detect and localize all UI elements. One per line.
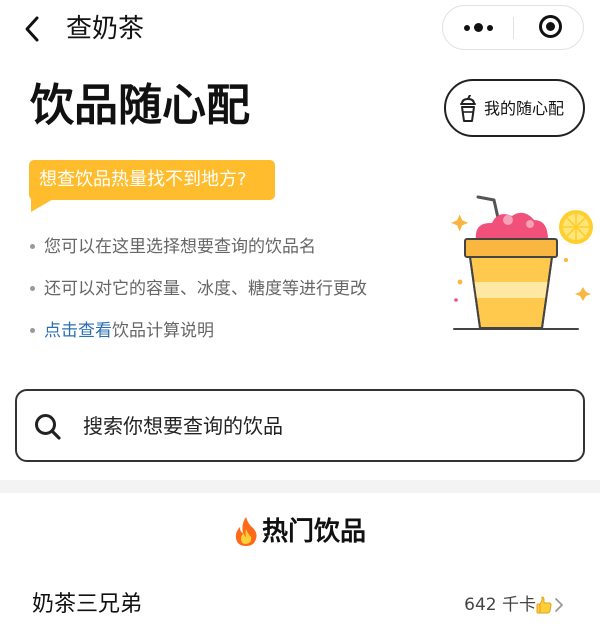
thumbs-up-emoji-icon [536,596,552,614]
my-selection-label: 我的随心配 [484,99,565,118]
tip-text: 您可以在这里选择想要查询的饮品名 [44,237,316,257]
hot-drinks-title: 热门饮品 [0,514,600,550]
target-close-icon-core [546,22,555,31]
chevron-right-icon [555,598,563,612]
my-selection-button[interactable]: 我的随心配 [444,79,585,137]
hint-bubble: 想查饮品热量找不到地方? [29,160,275,200]
tip-item: 点击查看饮品计算说明 [30,319,214,343]
bullet-icon [30,327,35,333]
search-box[interactable]: 搜索你想要查询的饮品 [15,389,585,462]
hot-drinks-title-text: 热门饮品 [261,517,366,547]
tip-text: 饮品计算说明 [112,321,214,341]
bullet-icon [30,243,35,249]
drink-illustration [451,195,593,330]
tip-text: 还可以对它的容量、冰度、糖度等进行更改 [44,279,367,299]
drink-calories: 642 千卡 [464,595,536,615]
tip-item: 还可以对它的容量、冰度、糖度等进行更改 [30,277,367,301]
hint-bubble-tail [31,198,55,212]
drink-name: 奶茶三兄弟 [32,592,143,617]
section-divider [0,480,600,493]
page-title: 饮品随心配 [30,80,250,131]
back-button[interactable] [18,12,48,46]
fire-icon [235,517,257,546]
list-item[interactable]: 奶茶三兄弟 642 千卡 [0,586,600,628]
tip-item: 您可以在这里选择想要查询的饮品名 [30,235,316,259]
more-button[interactable] [443,6,513,49]
calc-explanation-link[interactable]: 点击查看 [44,321,112,341]
nav-title: 查奶茶 [66,14,145,44]
bullet-icon [30,285,35,291]
cup-icon [460,95,476,122]
search-icon [35,414,61,440]
search-input[interactable]: 搜索你想要查询的饮品 [83,412,283,440]
more-dots-icon-right [487,25,493,31]
more-dots-icon-center [474,23,483,32]
mini-program-capsule [442,5,584,50]
nav-bar: 查奶茶 [0,0,600,58]
chevron-left-icon [25,16,39,42]
close-button[interactable] [514,6,584,49]
more-dots-icon [464,25,470,31]
